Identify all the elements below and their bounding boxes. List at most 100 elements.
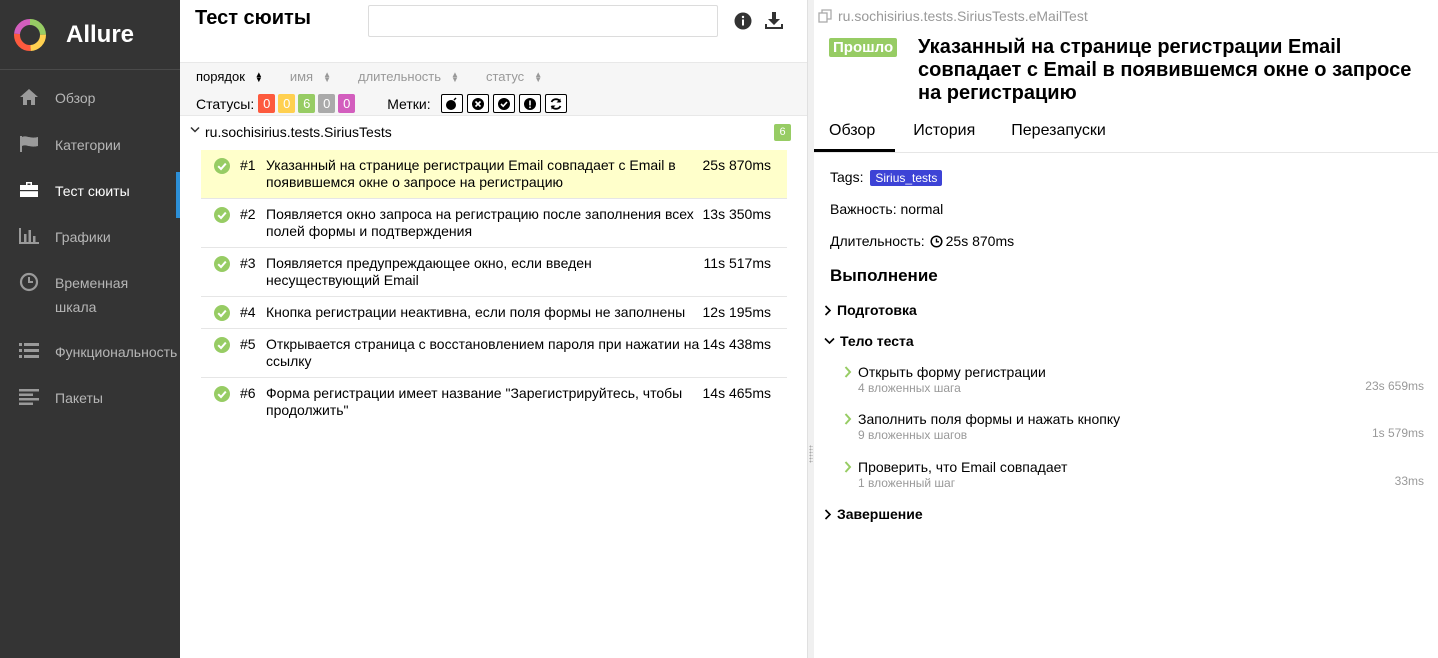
sort-label: статус — [485, 69, 525, 84]
step-name: Проверить, что Email совпадает — [858, 459, 1068, 475]
clock-icon — [18, 271, 40, 293]
test-number: #2 — [240, 206, 256, 222]
step-duration: 33ms — [1394, 474, 1424, 488]
test-number: #4 — [240, 304, 256, 320]
status-filter-passed[interactable]: 6 — [298, 94, 316, 113]
test-row[interactable]: #5 Открывается страница с восстановление… — [201, 329, 787, 378]
sidebar-item-packages[interactable]: Пакеты — [0, 386, 180, 410]
sort-row: порядок ▲ ▼ имя ▲ ▼ длительность ▲ ▼ статус ▲ ▼ — [196, 69, 569, 84]
sidebar-item-suites[interactable]: Тест сюиты — [0, 172, 180, 218]
step-item[interactable]: Заполнить поля формы и нажать кнопку 9 в… — [844, 411, 1424, 442]
mark-retries-button[interactable] — [544, 94, 567, 113]
bomb-icon — [445, 96, 457, 110]
times-circle-icon — [471, 97, 484, 110]
sidebar-item-overview[interactable]: Обзор — [0, 86, 180, 110]
copy-icon[interactable] — [818, 8, 833, 24]
suites-pane: Тест сюиты порядок ▲ ▼ имя ▲ ▼ длительность ▲… — [180, 0, 807, 658]
test-name: Кнопка регистрации неактивна, если поля … — [266, 304, 686, 320]
clock-icon — [930, 234, 943, 248]
test-name: Открывается страница с восстановлением п… — [266, 336, 700, 369]
mark-flaky-button[interactable] — [440, 94, 463, 113]
step-item[interactable]: Проверить, что Email совпадает 1 вложенн… — [844, 459, 1424, 490]
sidebar-item-label: Категории — [55, 137, 121, 153]
sort-duration[interactable]: длительность ▲ ▼ — [358, 69, 459, 84]
sidebar-item-label: Графики — [55, 229, 111, 245]
test-row[interactable]: #4 Кнопка регистрации неактивна, если по… — [201, 297, 787, 329]
page-title: Тест сюиты — [195, 7, 311, 29]
sort-label: длительность — [358, 69, 442, 84]
download-icon[interactable] — [764, 11, 784, 31]
sidebar-item-behaviors[interactable]: Функциональность — [0, 340, 180, 364]
test-duration: 25s 870ms — [702, 157, 771, 173]
status-filter-broken[interactable]: 0 — [278, 94, 296, 113]
breadcrumb: ru.sochisirius.tests.SiriusTests.eMailTe… — [818, 8, 1088, 24]
step-item[interactable]: Открыть форму регистрации 4 вложенных ша… — [844, 364, 1424, 395]
stage-teardown[interactable]: Завершение — [824, 506, 923, 522]
exclamation-circle-icon — [523, 97, 536, 110]
passed-check-icon — [214, 207, 230, 223]
suites-header: Тест сюиты — [180, 0, 807, 62]
allure-logo-icon — [14, 18, 46, 51]
sidebar-item-label: Пакеты — [55, 390, 103, 406]
test-duration: 12s 195ms — [702, 304, 771, 320]
duration-value: 25s 870ms — [945, 233, 1015, 249]
search-input[interactable] — [368, 5, 718, 37]
test-duration: 14s 438ms — [702, 336, 771, 352]
tags-label: Tags: — [830, 169, 864, 185]
sort-status[interactable]: статус ▲ ▼ — [486, 69, 542, 84]
pane-splitter[interactable] — [807, 0, 814, 658]
tags-row: Tags: Sirius_tests — [830, 169, 943, 186]
mark-new-passed-button[interactable] — [492, 94, 515, 113]
sidebar-item-categories[interactable]: Категории — [0, 133, 180, 157]
test-duration: 13s 350ms — [702, 206, 771, 222]
sort-icon: ▲ ▼ — [451, 69, 459, 84]
test-name: Появляется окно запроса на регистрацию п… — [266, 206, 694, 239]
info-icon[interactable] — [733, 11, 753, 31]
duration-label: Длительность: — [830, 233, 925, 249]
tab-history[interactable]: История — [895, 112, 993, 152]
step-substeps: 4 вложенных шага — [858, 381, 961, 395]
sidebar-item-label: Обзор — [55, 90, 96, 106]
suite-group[interactable]: ru.sochisirius.tests.SiriusTests 6 — [180, 121, 807, 145]
test-list: #1 Указанный на странице регистрации Ema… — [201, 150, 787, 426]
test-name: Появляется предупреждающее окно, если вв… — [266, 255, 592, 288]
sort-order[interactable]: порядок ▲ ▼ — [196, 69, 263, 84]
status-filter-failed[interactable]: 0 — [258, 94, 276, 113]
severity-row: Важность: normal — [830, 201, 944, 217]
step-substeps: 9 вложенных шагов — [858, 428, 968, 442]
sidebar-item-label: Временная шкала — [55, 275, 129, 315]
test-row[interactable]: #6 Форма регистрации имеет название "Зар… — [201, 378, 787, 426]
stage-label: Тело теста — [840, 333, 914, 349]
passed-check-icon — [214, 305, 230, 321]
step-duration: 1s 579ms — [1371, 426, 1424, 440]
test-number: #3 — [240, 255, 256, 271]
check-circle-icon — [497, 97, 510, 110]
test-row[interactable]: #3 Появляется предупреждающее окно, если… — [201, 248, 787, 297]
sidebar-item-timeline[interactable]: Временная шкала — [0, 271, 180, 319]
execution-title: Выполнение — [830, 266, 938, 285]
passed-check-icon — [214, 386, 230, 402]
stage-body[interactable]: Тело теста — [824, 333, 914, 349]
duration-row: Длительность: 25s 870ms — [830, 233, 1014, 249]
mark-new-failed-button[interactable] — [466, 94, 489, 113]
stage-label: Подготовка — [837, 302, 917, 318]
sidebar-item-label: Тест сюиты — [55, 183, 130, 199]
breadcrumb-path: ru.sochisirius.tests.SiriusTests.eMailTe… — [838, 8, 1088, 24]
sidebar-item-graphs[interactable]: Графики — [0, 225, 180, 249]
brand[interactable]: Allure — [0, 0, 180, 70]
sort-label: порядок — [196, 69, 245, 84]
test-row[interactable]: #1 Указанный на странице регистрации Ema… — [201, 150, 787, 199]
sort-label: имя — [289, 69, 314, 84]
sort-name[interactable]: имя ▲ ▼ — [290, 69, 331, 84]
status-filter-skipped[interactable]: 0 — [318, 94, 336, 113]
chevron-down-icon — [824, 337, 835, 345]
tab-overview[interactable]: Обзор — [814, 112, 896, 152]
status-filter-unknown[interactable]: 0 — [338, 94, 356, 113]
tab-retries[interactable]: Перезапуски — [993, 112, 1124, 152]
sort-icon: ▲ ▼ — [254, 69, 263, 84]
mark-new-broken-button[interactable] — [518, 94, 541, 113]
stage-setup[interactable]: Подготовка — [824, 302, 917, 318]
sidebar: Allure Обзор Категории Тест сюиты График… — [0, 0, 180, 658]
chevron-down-icon — [190, 126, 200, 133]
test-row[interactable]: #2 Появляется окно запроса на регистраци… — [201, 199, 787, 248]
